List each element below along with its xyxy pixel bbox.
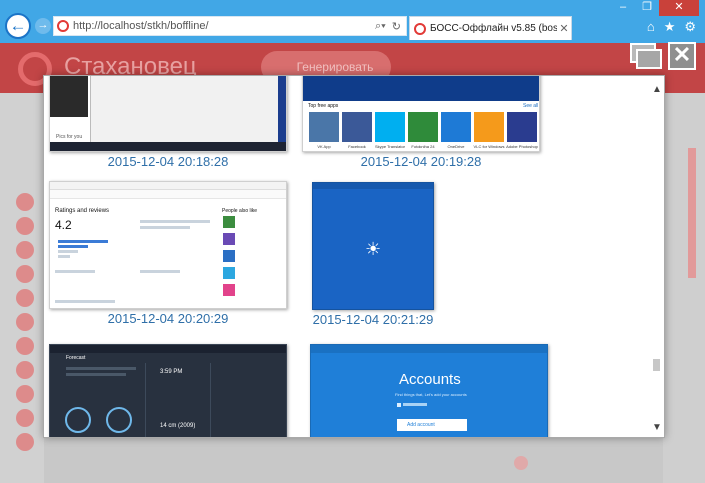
weather-record: 14 cm (2009) — [160, 423, 196, 429]
chevron-down-icon[interactable]: ▼ — [652, 422, 662, 433]
footer-icon — [514, 456, 528, 470]
close-icon[interactable]: ✕ — [668, 42, 696, 70]
taskbar — [50, 142, 286, 151]
maximize-button[interactable]: ❐ — [635, 0, 659, 16]
thumbnail-card[interactable]: Ratings and reviews 4.2 People also like… — [49, 181, 287, 326]
tab-title: БОСС-Оффлайн v5.85 (boss) — [430, 23, 557, 34]
sidebar-icon[interactable] — [16, 265, 34, 283]
tab-favicon-icon — [414, 22, 426, 35]
thumbnail-card[interactable]: Accounts Find things that, Let's add you… — [310, 344, 548, 437]
store-app-label: OneDrive — [447, 144, 465, 149]
store-see-all-link[interactable]: See all — [523, 103, 538, 109]
forward-button[interactable]: → — [35, 18, 51, 34]
store-app-label: Facebook — [348, 144, 366, 149]
chevron-up-icon[interactable]: ▲ — [652, 84, 662, 95]
thumbnail-caption: 2015-12-04 20:19:28 — [360, 154, 482, 169]
store-app-label: VK App — [317, 144, 331, 149]
store-section-title: Top free apps — [308, 103, 339, 109]
viewer-scrollbar[interactable]: ▲ ▼ — [649, 76, 664, 437]
page-sidebar — [0, 93, 44, 483]
back-button[interactable]: ← — [5, 13, 31, 39]
thumbnail-card[interactable]: Forecast 3:59 PM 14 cm (2009) — [49, 344, 287, 437]
pics-for-you-label: Pics for you — [56, 134, 83, 140]
sidebar-icon[interactable] — [16, 241, 34, 259]
thumbnail-card[interactable]: Pics for you 2015-12-04 20:18:28 — [49, 76, 287, 169]
sidebar-icon[interactable] — [16, 337, 34, 355]
store-app-tile[interactable] — [474, 112, 504, 142]
window-buttons: – ❐ ✕ — [611, 0, 699, 16]
gear-icon[interactable]: ⚙ — [684, 19, 696, 35]
refresh-icon[interactable]: ↻ — [392, 20, 401, 33]
thumbnail-caption: 2015-12-04 20:21:29 — [312, 312, 434, 327]
page-right-column — [663, 93, 705, 483]
store-app-label: Skype Translator — [374, 144, 405, 149]
reviews-score: 4.2 — [55, 218, 72, 232]
store-app-label: VLC for Windows — [473, 144, 505, 149]
viewer-controls: ✕ — [630, 42, 700, 72]
address-bar[interactable]: http://localhost/stkh/boffline/ ⌕▾ ↻ — [53, 16, 407, 36]
sidebar-icon[interactable] — [16, 313, 34, 331]
browser-tools: ⌂ ★ ⚙ — [647, 19, 696, 35]
thumbnail-card[interactable]: Top free apps See all VK App Facebook Skyp… — [302, 76, 540, 169]
thumbnail-image[interactable]: Ratings and reviews 4.2 People also like — [49, 181, 287, 309]
thumbnail-image[interactable]: Top free apps See all VK App Facebook Skyp… — [302, 76, 540, 152]
thumbnail-image[interactable]: Pics for you — [49, 76, 287, 152]
store-app-tile[interactable] — [309, 112, 339, 142]
browser-chrome: – ❐ ✕ ← → http://localhost/stkh/boffline… — [0, 0, 705, 43]
sidebar-icon[interactable] — [16, 193, 34, 211]
minimize-button[interactable]: – — [611, 0, 635, 16]
star-icon[interactable]: ★ — [664, 19, 676, 35]
add-account-button[interactable]: Add account — [407, 422, 435, 428]
thumbnail-caption: 2015-12-04 20:18:28 — [107, 154, 229, 169]
windows-icon[interactable] — [630, 43, 663, 70]
store-app-label: Fotokniha 24 — [411, 144, 435, 149]
sidebar-icon[interactable] — [16, 433, 34, 451]
sidebar-icon[interactable] — [16, 217, 34, 235]
thumbnail-card[interactable]: ☀ 2015-12-04 20:21:29 — [312, 182, 550, 327]
scrollbar-thumb[interactable] — [653, 359, 660, 371]
sun-icon: ☀ — [365, 239, 382, 259]
thumbnail-image[interactable]: Forecast 3:59 PM 14 cm (2009) — [49, 344, 287, 437]
url-text[interactable]: http://localhost/stkh/boffline/ — [73, 20, 375, 32]
weather-time: 3:59 PM — [160, 369, 183, 375]
right-accent-bar — [688, 148, 696, 278]
store-app-tile[interactable] — [375, 112, 405, 142]
accounts-title: Accounts — [399, 371, 461, 388]
thumbnail-image[interactable]: Accounts Find things that, Let's add you… — [310, 344, 548, 437]
thumbnail-image[interactable]: ☀ — [312, 182, 434, 310]
search-icon[interactable]: ⌕▾ — [375, 20, 386, 33]
store-app-tile[interactable] — [408, 112, 438, 142]
accounts-subtitle: Find things that, Let's add your account… — [395, 392, 467, 397]
home-icon[interactable]: ⌂ — [647, 19, 655, 35]
store-app-label: Adobe Photoshop — [506, 144, 538, 149]
weather-title: Forecast — [66, 355, 86, 361]
store-app-tile[interactable] — [507, 112, 537, 142]
reviews-title: Ratings and reviews — [55, 208, 110, 214]
store-app-tile[interactable] — [441, 112, 471, 142]
sidebar-icon[interactable] — [16, 385, 34, 403]
screenshot-viewer: Pics for you 2015-12-04 20:18:28 Top fre… — [43, 75, 665, 438]
store-app-tile[interactable] — [342, 112, 372, 142]
arrow-right-icon: → — [37, 19, 49, 31]
window-close-button[interactable]: ✕ — [659, 0, 699, 16]
address-actions: ⌕▾ ↻ — [375, 20, 406, 33]
tab-boss-offline[interactable]: БОСС-Оффлайн v5.85 (boss) ✕ — [409, 16, 572, 40]
site-favicon-icon — [57, 20, 69, 32]
sidebar-icon[interactable] — [16, 289, 34, 307]
people-also-like-label: People also like — [222, 208, 258, 214]
sidebar-icon[interactable] — [16, 409, 34, 427]
sidebar-icon[interactable] — [16, 361, 34, 379]
arrow-left-icon: ← — [9, 16, 27, 35]
tab-close-icon[interactable]: ✕ — [557, 22, 571, 35]
